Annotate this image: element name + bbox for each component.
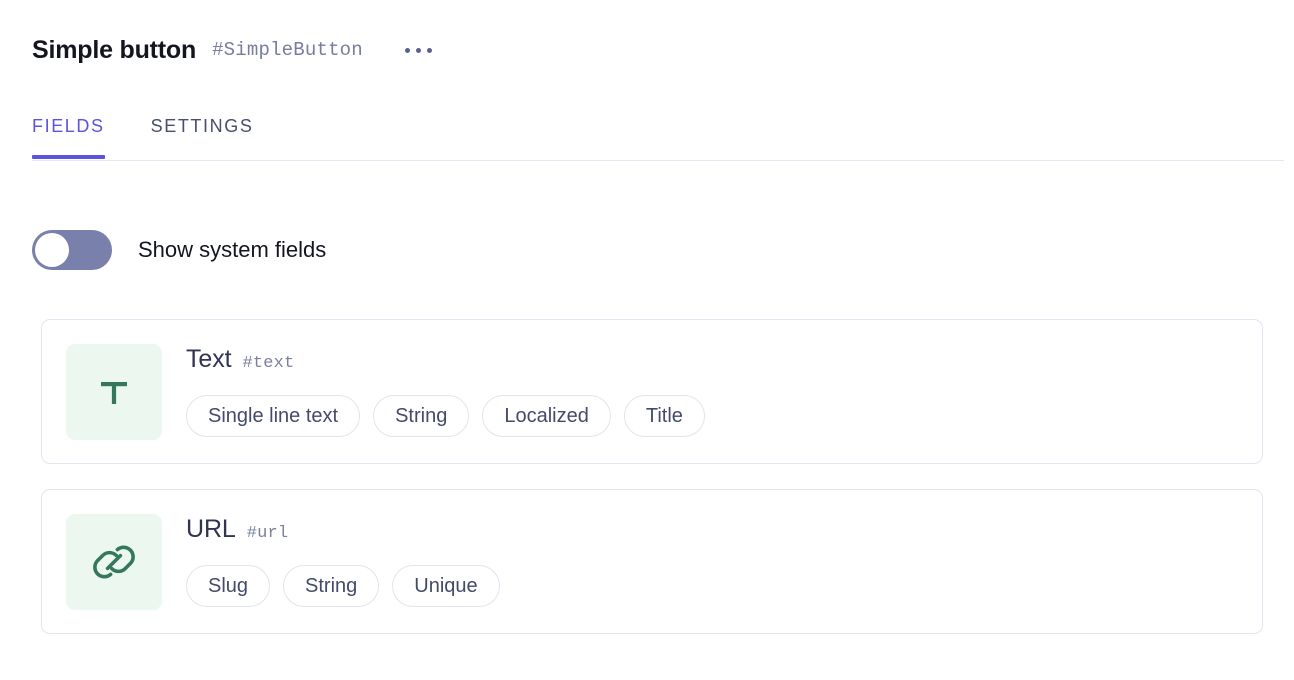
field-slug: #text — [242, 353, 295, 373]
toggle-knob — [35, 233, 69, 267]
kebab-menu-icon[interactable] — [401, 42, 436, 59]
field-tag[interactable]: Single line text — [186, 394, 361, 437]
field-tag[interactable]: Title — [623, 394, 705, 437]
kebab-dot — [404, 48, 410, 53]
field-tag-list: Slug String Unique — [186, 564, 500, 607]
show-system-fields-toggle[interactable] — [32, 230, 112, 270]
link-icon — [66, 513, 162, 610]
show-system-fields-label: Show system fields — [138, 237, 327, 262]
field-list: Text #text Single line text String Local… — [41, 319, 1263, 634]
page-slug: #SimpleButton — [212, 39, 363, 61]
field-schema-page: Simple button #SimpleButton FIELDS SETTI… — [0, 0, 1294, 680]
field-tag[interactable]: Unique — [392, 564, 500, 607]
field-tag[interactable]: Localized — [482, 394, 611, 437]
page-title: Simple button — [32, 36, 197, 64]
field-tag-list: Single line text String Localized Title — [186, 394, 705, 437]
kebab-dot — [426, 48, 432, 53]
tab-bar: FIELDS SETTINGS — [32, 108, 253, 159]
field-body: URL #url Slug String Unique — [186, 514, 500, 607]
show-system-fields-row: Show system fields — [32, 230, 326, 270]
field-heading: Text #text — [186, 344, 705, 379]
page-header: Simple button #SimpleButton — [32, 38, 436, 63]
field-card-text[interactable]: Text #text Single line text String Local… — [41, 319, 1263, 464]
tab-settings[interactable]: SETTINGS — [151, 108, 254, 159]
field-tag[interactable]: String — [373, 394, 470, 437]
tab-divider — [32, 160, 1284, 161]
field-tag[interactable]: Slug — [186, 564, 271, 607]
kebab-dot — [415, 48, 421, 53]
field-body: Text #text Single line text String Local… — [186, 344, 705, 437]
field-tag[interactable]: String — [283, 564, 380, 607]
field-name: Text — [186, 344, 232, 373]
tab-fields[interactable]: FIELDS — [32, 108, 105, 159]
field-name: URL — [186, 514, 236, 543]
field-heading: URL #url — [186, 514, 500, 549]
text-t-icon — [66, 343, 162, 440]
field-card-url[interactable]: URL #url Slug String Unique — [41, 489, 1263, 634]
field-slug: #url — [246, 523, 289, 543]
